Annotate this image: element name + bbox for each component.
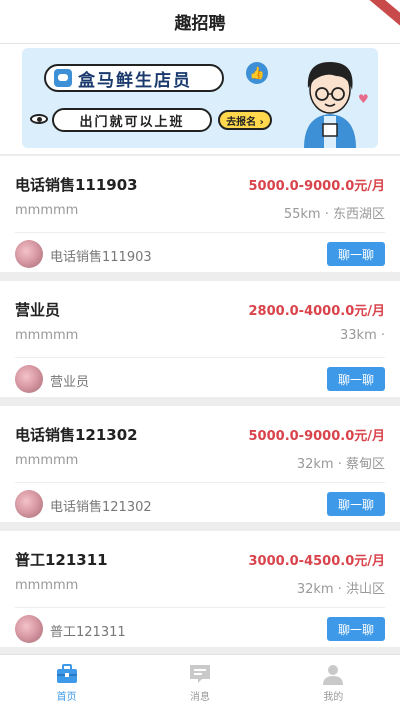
chat-button[interactable]: 聊一聊 [327, 242, 385, 266]
banner-section: 盒马鲜生店员 👍 出门就可以上班 去报名 › ♥ [0, 44, 400, 154]
avatar [15, 615, 43, 643]
job-company: mmmmm [15, 328, 79, 343]
thumb-up-icon: 👍 [246, 62, 268, 84]
divider [15, 232, 385, 233]
divider [15, 607, 385, 608]
job-location: 33km · [340, 328, 385, 343]
job-title: 普工121311 [15, 551, 108, 569]
job-contact: 营业员 [50, 375, 90, 390]
job-card[interactable]: 电话销售111903 5000.0-9000.0元/月 mmmmm 55km ·… [0, 156, 400, 272]
banner-subline-box: 出门就可以上班 [52, 108, 212, 132]
bottom-tab-bar: 首页 消息 我的 [0, 654, 400, 710]
tab-home[interactable]: 首页 [0, 655, 133, 710]
avatar [15, 365, 43, 393]
job-contact: 电话销售111903 [50, 250, 152, 265]
divider [15, 482, 385, 483]
message-icon [189, 664, 210, 683]
promo-banner[interactable]: 盒马鲜生店员 👍 出门就可以上班 去报名 › ♥ [22, 48, 378, 148]
job-salary: 2800.0-4000.0元/月 [248, 304, 385, 319]
job-location: 32km · 蔡甸区 [296, 457, 385, 472]
tab-profile[interactable]: 我的 [267, 655, 400, 710]
chat-button[interactable]: 聊一聊 [327, 492, 385, 516]
avatar [15, 490, 43, 518]
tab-label: 消息 [189, 691, 210, 703]
job-location: 32km · 洪山区 [296, 582, 385, 597]
eye-icon [30, 114, 48, 124]
briefcase-icon [56, 663, 77, 683]
banner-subline: 出门就可以上班 [79, 114, 185, 130]
avatar [15, 240, 43, 268]
corner-ribbon [361, 0, 400, 33]
job-company: mmmmm [15, 453, 79, 468]
job-title: 电话销售111903 [15, 176, 138, 194]
banner-headline-box: 盒马鲜生店员 [44, 64, 224, 92]
chat-button-label: 聊一聊 [337, 372, 374, 387]
divider [15, 357, 385, 358]
job-contact: 普工121311 [50, 625, 126, 640]
user-icon [323, 664, 344, 685]
heart-icon: ♥ [358, 92, 369, 106]
job-salary: 5000.0-9000.0元/月 [248, 179, 385, 194]
job-card[interactable]: 电话销售121302 5000.0-9000.0元/月 mmmmm 32km ·… [0, 406, 400, 522]
tab-label: 首页 [56, 691, 77, 703]
banner-headline: 盒马鲜生店员 [78, 70, 192, 91]
job-company: mmmmm [15, 203, 79, 218]
job-contact: 电话销售121302 [50, 500, 152, 515]
job-location: 55km · 东西湖区 [283, 207, 385, 222]
banner-signup-button[interactable]: 去报名 › [218, 110, 272, 130]
chat-button[interactable]: 聊一聊 [327, 617, 385, 641]
page-title: 趣招聘 [174, 14, 226, 34]
chat-button-label: 聊一聊 [337, 497, 374, 512]
job-card[interactable]: 营业员 2800.0-4000.0元/月 mmmmm 33km · 营业员 聊一… [0, 281, 400, 397]
chat-button-label: 聊一聊 [337, 247, 374, 262]
hema-logo-icon [54, 69, 72, 87]
banner-signup-label: 去报名 › [226, 116, 264, 128]
job-salary: 5000.0-9000.0元/月 [248, 429, 385, 444]
job-salary: 3000.0-4500.0元/月 [248, 554, 385, 569]
app-header: 趣招聘 [0, 0, 400, 44]
job-title: 营业员 [15, 301, 61, 319]
job-title: 电话销售121302 [15, 426, 138, 444]
job-company: mmmmm [15, 578, 79, 593]
tab-label: 我的 [323, 691, 344, 703]
chat-button[interactable]: 聊一聊 [327, 367, 385, 391]
job-card[interactable]: 普工121311 3000.0-4500.0元/月 mmmmm 32km · 洪… [0, 531, 400, 647]
chat-button-label: 聊一聊 [337, 622, 374, 637]
tab-messages[interactable]: 消息 [133, 655, 266, 710]
